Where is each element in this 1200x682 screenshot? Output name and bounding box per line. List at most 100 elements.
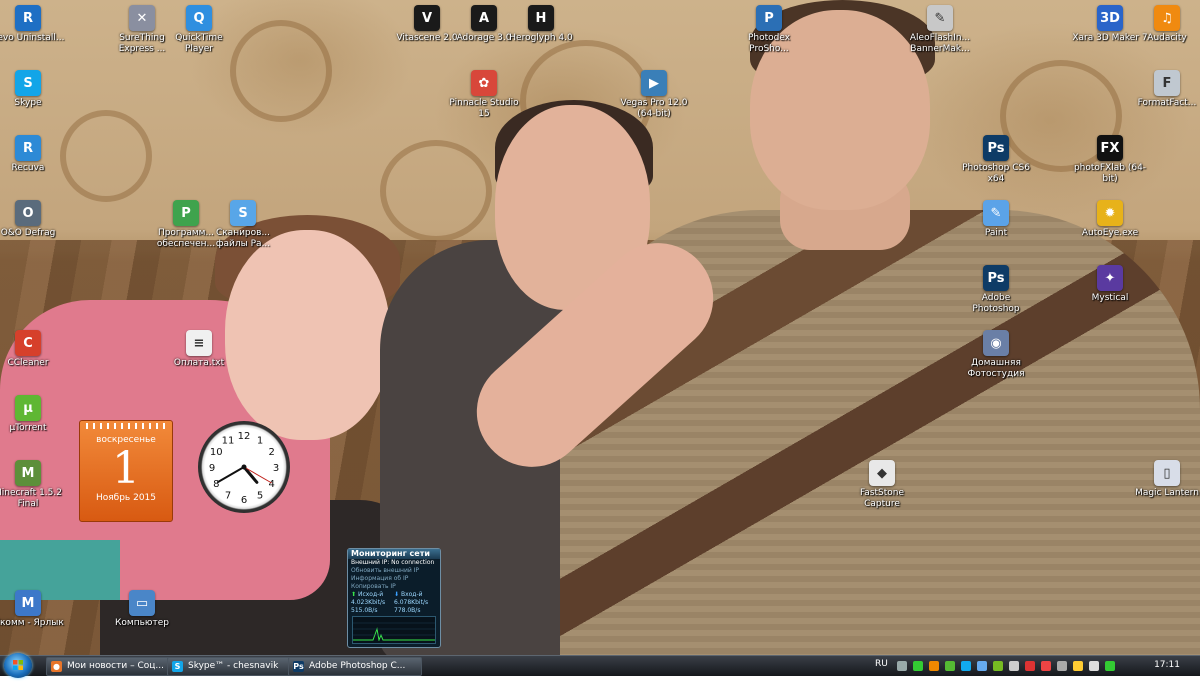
ip-info-link[interactable]: Информация об IP <box>348 575 440 583</box>
refresh-ip-link[interactable]: Обновить внешний IP <box>348 567 440 575</box>
desktop-icon[interactable]: ◉ Домашняя Фотостудия <box>958 330 1034 380</box>
green-shield-icon[interactable] <box>913 661 923 671</box>
taskbar-button-skype[interactable]: S Skype™ - chesnavik <box>167 657 301 676</box>
desktop-icon[interactable]: P Photodex ProSho... <box>731 5 807 55</box>
desktop-icon[interactable]: C CCleaner <box>0 330 66 369</box>
desktop-icon[interactable]: ✎ AleoFlashIn... BannerMak... <box>902 5 978 55</box>
recuva-icon: R <box>15 135 41 161</box>
desktop-icon-label: Recuva <box>11 163 45 173</box>
desktop-icon[interactable]: ◆ FastStone Capture <box>844 460 920 510</box>
desktop-wallpaper <box>0 0 1200 655</box>
desktop-icon[interactable]: H Heroglyph 4.0 <box>503 5 579 44</box>
vitascene-icon: V <box>414 5 440 31</box>
clock-second-hand <box>243 466 272 484</box>
desktop-icon[interactable]: ♫ Audacity <box>1129 5 1200 44</box>
upload-stats: ⬆ Исход-й 4.023Kbit/s 515.0B/s <box>351 591 394 615</box>
minecraft-icon: M <box>15 460 41 486</box>
desktop-icon-label: µTorrent <box>9 423 47 433</box>
desktop-icon-label: FormatFact... <box>1137 98 1197 108</box>
network-rates: ⬆ Исход-й 4.023Kbit/s 515.0B/s ⬇ Вход-й … <box>348 591 440 615</box>
taskbar-button-label: Мои новости – Соц... <box>67 661 164 671</box>
power-icon[interactable] <box>1105 661 1115 671</box>
download-arrow-icon: ⬇ <box>394 591 400 598</box>
desktop-icon[interactable]: R Revo Uninstall... <box>0 5 66 44</box>
clock-numeral: 7 <box>225 491 231 502</box>
utorrent-icon[interactable] <box>945 661 955 671</box>
desktop-icon-label: QuickTime Player <box>175 33 223 54</box>
wallpaper-ornament <box>380 140 492 242</box>
flag-icon[interactable] <box>1073 661 1083 671</box>
network-monitor-title: Мониторинг сети <box>348 549 440 559</box>
update-icon[interactable] <box>977 661 987 671</box>
desktop-icon[interactable]: ▭ Компьютер <box>104 590 180 629</box>
language-indicator[interactable]: RU <box>875 659 888 669</box>
desktop-icon[interactable]: ▯ Magic Lantern <box>1129 460 1200 499</box>
orange-icon[interactable] <box>929 661 939 671</box>
desktop-icon-label: Оплата.txt <box>173 358 225 368</box>
desktop-icon[interactable]: ✎ Paint <box>958 200 1034 239</box>
clock-numeral: 5 <box>257 491 263 502</box>
mystical-icon: ✦ <box>1097 265 1123 291</box>
desktop-icon[interactable]: R Recuva <box>0 135 66 174</box>
volume-icon[interactable] <box>1089 661 1099 671</box>
download-total: 778.0B/s <box>394 607 421 614</box>
desktop-icon[interactable]: F FormatFact... <box>1129 70 1200 109</box>
desktop-icon-label: Magic Lantern <box>1135 488 1199 498</box>
copy-ip-link[interactable]: Копировать IP <box>348 583 440 591</box>
start-button[interactable] <box>4 653 32 678</box>
usb-icon[interactable] <box>1057 661 1067 671</box>
taskbar-button-photoshop[interactable]: Ps Adobe Photoshop C... <box>288 657 422 676</box>
paint-icon: ✎ <box>983 200 1009 226</box>
taskbar-clock[interactable]: 17:11 <box>1154 660 1180 670</box>
firefox-icon: ● <box>51 661 62 672</box>
desktop-icon[interactable]: M Мкомм - Ярлык <box>0 590 66 629</box>
calendar-gadget[interactable]: воскресенье 1 Ноябрь 2015 <box>79 420 173 522</box>
antivirus-icon[interactable] <box>1025 661 1035 671</box>
desktop-icon[interactable]: S Сканиров... файлы Ра... <box>205 200 281 250</box>
mkomm-icon: M <box>15 590 41 616</box>
desktop-icon[interactable]: M Minecraft 1.5.2 Final <box>0 460 66 510</box>
clock-gadget[interactable]: 12 1 2 3 4 5 6 7 8 9 10 11 <box>198 421 290 513</box>
desktop-icon[interactable]: ▶ Vegas Pro 12.0 (64-bit) <box>616 70 692 120</box>
nvidia-icon[interactable] <box>993 661 1003 671</box>
desktop-icon-label: Сканиров... файлы Ра... <box>215 228 271 249</box>
desktop-icon-label: Photodex ProSho... <box>747 33 791 54</box>
desktop-icon-label: AleoFlashIn... BannerMak... <box>909 33 971 54</box>
txt-file-icon: ≡ <box>186 330 212 356</box>
desktop-icon-label: Minecraft 1.5.2 Final <box>0 488 62 509</box>
network-monitor-gadget[interactable]: Мониторинг сети Внешний IP: No connectio… <box>347 548 441 648</box>
calendar-rings <box>86 423 166 429</box>
photoshop-cs6-icon: Ps <box>983 135 1009 161</box>
clock-numeral: 1 <box>257 435 263 446</box>
desktop-icon-label: Paint <box>984 228 1008 238</box>
skype-tray-icon[interactable] <box>961 661 971 671</box>
calendar-month: Ноябрь 2015 <box>95 493 157 503</box>
taskbar-button-firefox[interactable]: ● Мои новости – Соц... <box>46 657 180 676</box>
desktop-icon[interactable]: Ps Adobe Photoshop <box>958 265 1034 315</box>
surething-icon: ✕ <box>129 5 155 31</box>
magic-lantern-icon: ▯ <box>1154 460 1180 486</box>
desktop-icon[interactable]: Ps Photoshop CS6 x64 <box>958 135 1034 185</box>
desktop-icon-label: Pinnacle Studio 15 <box>449 98 519 119</box>
desktop-icon[interactable]: ✹ AutoEye.exe <box>1072 200 1148 239</box>
desktop-icon[interactable]: O O&O Defrag <box>0 200 66 239</box>
desktop-icon[interactable]: Q QuickTime Player <box>161 5 237 55</box>
desktop-icon[interactable]: FX photoFXlab (64-bit) <box>1072 135 1148 185</box>
desktop-icon[interactable]: S Skype <box>0 70 66 109</box>
network-icon[interactable] <box>897 661 907 671</box>
utorrent-icon: µ <box>15 395 41 421</box>
heroglyph-icon: H <box>528 5 554 31</box>
external-ip-text: Внешний IP: No connection <box>351 559 435 566</box>
desktop-icon[interactable]: ≡ Оплата.txt <box>161 330 237 369</box>
taskbar: ● Мои новости – Соц... S Skype™ - chesna… <box>0 653 1200 678</box>
desktop-icon-label: FastStone Capture <box>859 488 905 509</box>
clock-numeral: 12 <box>238 431 251 442</box>
monitor-icon[interactable] <box>1009 661 1019 671</box>
photoshop-icon: Ps <box>293 661 304 672</box>
speaker-mute-icon[interactable] <box>1041 661 1051 671</box>
desktop-icon[interactable]: ✦ Mystical <box>1072 265 1148 304</box>
desktop-icon[interactable]: ✿ Pinnacle Studio 15 <box>446 70 522 120</box>
programs-icon: P <box>173 200 199 226</box>
windows-logo-icon <box>13 660 23 670</box>
desktop-icon[interactable]: µ µTorrent <box>0 395 66 434</box>
